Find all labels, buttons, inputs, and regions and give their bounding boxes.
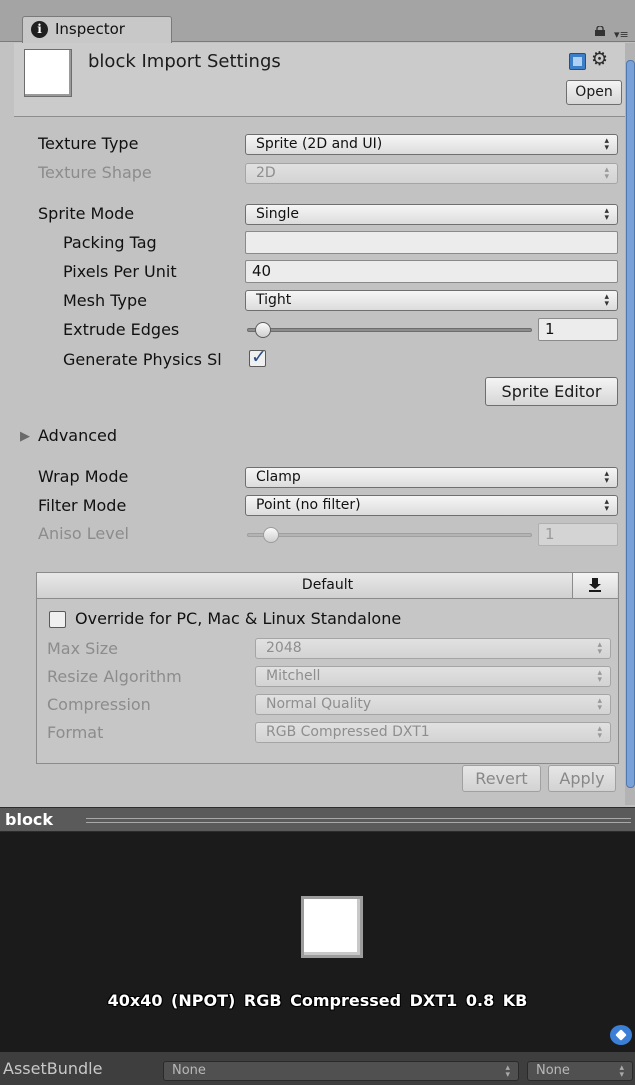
preview-drag-handle[interactable] (86, 818, 631, 823)
format-value: RGB Compressed DXT1 (266, 724, 430, 740)
format-label: Format (47, 723, 104, 742)
texture-type-label: Texture Type (38, 134, 139, 153)
wrap-mode-value: Clamp (256, 469, 301, 485)
max-size-dropdown: 2048 ▴ ▾ (255, 638, 611, 659)
popup-arrows-icon: ▴ ▾ (604, 497, 609, 514)
format-dropdown: RGB Compressed DXT1 ▴ ▾ (255, 722, 611, 743)
popup-arrows-icon: ▴ ▾ (597, 668, 602, 685)
tab-inspector[interactable]: i Inspector (22, 16, 172, 43)
resize-algorithm-value: Mitchell (266, 668, 321, 684)
revert-button[interactable]: Revert (462, 765, 541, 792)
popup-arrows-icon: ▴ ▾ (505, 1063, 510, 1080)
platform-tab-default[interactable]: Default (37, 573, 618, 599)
gear-icon[interactable]: ⚙ (591, 48, 608, 70)
aniso-level-slider-thumb (263, 527, 280, 543)
tag-icon[interactable] (610, 1025, 632, 1045)
compression-label: Compression (47, 695, 151, 714)
sprite-mode-value: Single (256, 206, 300, 222)
popup-arrows-icon: ▴ ▾ (597, 724, 602, 741)
extrude-edges-input[interactable]: 1 (538, 318, 618, 341)
asset-bundle-label: AssetBundle (3, 1059, 103, 1078)
override-platform-label: Override for PC, Mac & Linux Standalone (75, 609, 402, 628)
preview-info-text: 40x40 (NPOT) RGB Compressed DXT1 0.8 KB (107, 991, 528, 1010)
texture-type-dropdown[interactable]: Sprite (2D and UI) ▴ ▾ (245, 134, 618, 155)
mesh-type-label: Mesh Type (63, 291, 147, 310)
aniso-level-input: 1 (538, 523, 618, 546)
texture-thumbnail (24, 49, 72, 97)
download-icon[interactable] (572, 573, 617, 598)
mesh-type-value: Tight (256, 292, 292, 308)
popup-arrows-icon: ▴ ▾ (597, 640, 602, 657)
max-size-value: 2048 (266, 640, 302, 656)
extrude-edges-slider-thumb[interactable] (255, 322, 272, 338)
mesh-type-dropdown[interactable]: Tight ▴ ▾ (245, 290, 618, 311)
popup-arrows-icon: ▴ ▾ (604, 136, 609, 153)
filter-mode-label: Filter Mode (38, 496, 127, 515)
asset-bundle-variant-dropdown[interactable]: None ▴ ▾ (527, 1061, 633, 1081)
sprite-editor-button[interactable]: Sprite Editor (485, 377, 618, 406)
packing-tag-label: Packing Tag (63, 233, 157, 252)
compression-value: Normal Quality (266, 696, 372, 712)
popup-arrows-icon: ▴ ▾ (604, 165, 609, 182)
generate-physics-checkbox[interactable]: ✓ (249, 346, 267, 368)
extrude-edges-label: Extrude Edges (63, 320, 180, 339)
generate-physics-label: Generate Physics Sl (63, 350, 222, 369)
aniso-level-label: Aniso Level (38, 524, 129, 543)
aniso-level-slider (247, 533, 532, 537)
info-icon: i (31, 21, 48, 38)
asset-bundle-name-value: None (172, 1063, 206, 1078)
override-platform-checkbox[interactable] (49, 611, 66, 628)
open-button[interactable]: Open (566, 80, 622, 105)
platform-tab-label: Default (301, 577, 354, 593)
popup-arrows-icon: ▴ ▾ (619, 1063, 624, 1080)
lock-icon[interactable] (594, 26, 606, 36)
apply-button[interactable]: Apply (548, 765, 616, 792)
popup-arrows-icon: ▴ ▾ (604, 206, 609, 223)
texture-type-value: Sprite (2D and UI) (256, 136, 383, 152)
packing-tag-input[interactable] (245, 231, 618, 254)
help-icon[interactable] (569, 53, 586, 70)
sprite-mode-dropdown[interactable]: Single ▴ ▾ (245, 204, 618, 225)
preview-title: block (5, 810, 54, 829)
popup-arrows-icon: ▴ ▾ (604, 292, 609, 309)
pixels-per-unit-label: Pixels Per Unit (63, 262, 177, 281)
texture-shape-label: Texture Shape (38, 163, 152, 182)
sprite-mode-label: Sprite Mode (38, 204, 135, 223)
advanced-foldout-label[interactable]: Advanced (38, 426, 117, 445)
popup-arrows-icon: ▴ ▾ (597, 696, 602, 713)
filter-mode-value: Point (no filter) (256, 497, 361, 513)
preview-header[interactable]: block (0, 807, 635, 832)
compression-dropdown: Normal Quality ▴ ▾ (255, 694, 611, 715)
asset-bundle-bar: AssetBundle None ▴ ▾ None ▴ ▾ (0, 1052, 635, 1085)
asset-bundle-variant-value: None (536, 1063, 570, 1078)
texture-shape-value: 2D (256, 165, 276, 181)
check-icon: ✓ (251, 346, 267, 368)
resize-algorithm-dropdown: Mitchell ▴ ▾ (255, 666, 611, 687)
texture-preview-image (301, 896, 363, 958)
extrude-edges-slider[interactable] (247, 328, 532, 332)
menu-icon[interactable]: ▾≡ (614, 28, 629, 41)
page-title: block Import Settings (88, 51, 281, 72)
pixels-per-unit-input[interactable]: 40 (245, 260, 618, 283)
scrollbar-thumb[interactable] (626, 60, 635, 788)
asset-bundle-name-dropdown[interactable]: None ▴ ▾ (163, 1061, 519, 1081)
resize-algorithm-label: Resize Algorithm (47, 667, 182, 686)
filter-mode-dropdown[interactable]: Point (no filter) ▴ ▾ (245, 495, 618, 516)
popup-arrows-icon: ▴ ▾ (604, 469, 609, 486)
wrap-mode-dropdown[interactable]: Clamp ▴ ▾ (245, 467, 618, 488)
foldout-arrow-icon[interactable]: ▶ (20, 429, 30, 444)
max-size-label: Max Size (47, 639, 119, 658)
inspector-tab-strip: i Inspector ▾≡ (0, 0, 635, 43)
wrap-mode-label: Wrap Mode (38, 467, 129, 486)
platform-settings-panel: Default Override for PC, Mac & Linux Sta… (36, 572, 619, 764)
tab-inspector-label: Inspector (55, 20, 125, 38)
import-settings-header: block Import Settings ⚙ Open (14, 43, 626, 117)
texture-shape-dropdown: 2D ▴ ▾ (245, 163, 618, 184)
